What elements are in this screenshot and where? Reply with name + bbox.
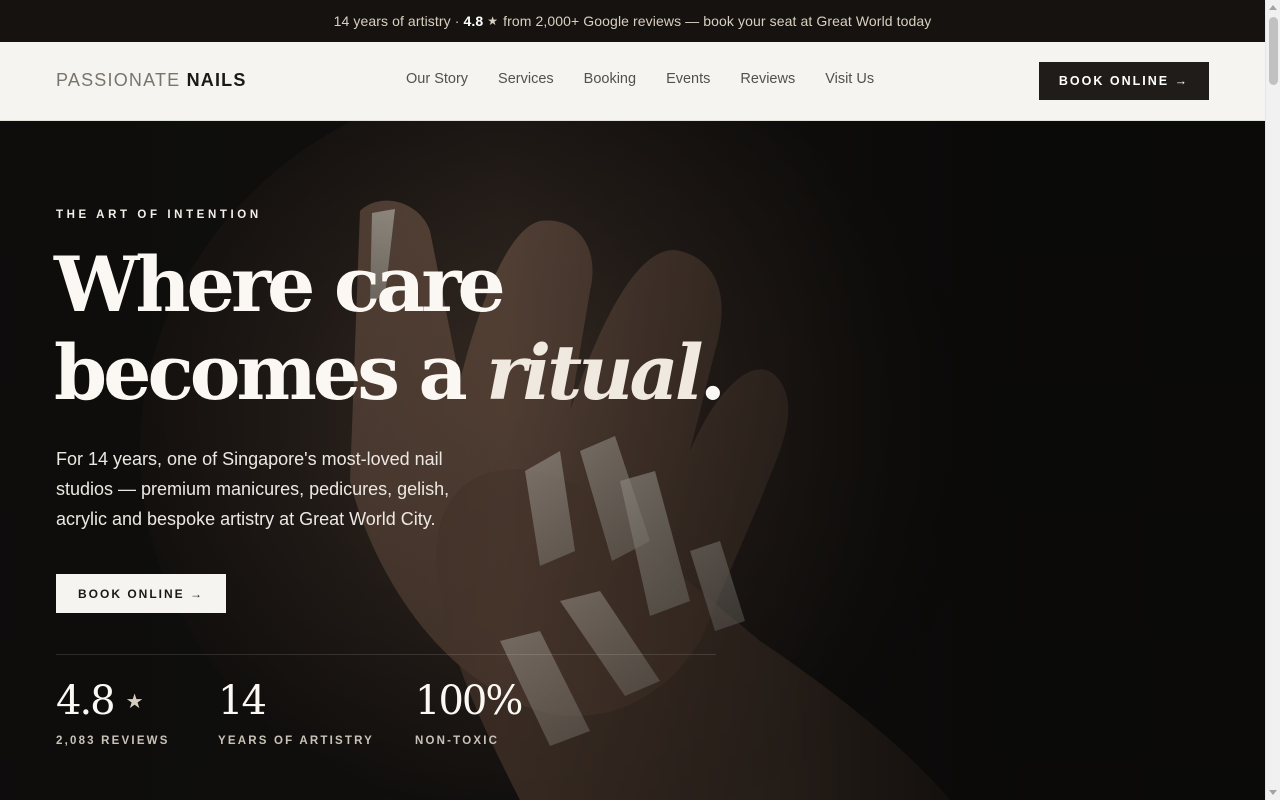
stat-value: 100% — [415, 678, 523, 724]
announcement-bar: 14 years of artistry · 4.8 ★ from 2,000+… — [0, 0, 1265, 42]
stat-rating: 4.8 ★ 2,083 REVIEWS — [56, 679, 170, 747]
hero-section: THE ART OF INTENTION Where care becomes … — [0, 121, 1265, 800]
nav-visit-us[interactable]: Visit Us — [825, 71, 874, 87]
announcement-lead: 14 years of artistry · — [333, 13, 460, 29]
announcement-tail: from 2,000+ Google reviews — book your s… — [503, 13, 932, 29]
stat-label: 2,083 REVIEWS — [56, 735, 170, 747]
scroll-down-arrow-icon[interactable] — [1269, 790, 1277, 795]
hero-intro: For 14 years, one of Singapore's most-lo… — [56, 449, 450, 529]
star-icon: ★ — [487, 14, 499, 28]
headline-line-1: Where care — [54, 240, 506, 329]
stat-non-toxic: 100% NON-TOXIC — [415, 678, 523, 747]
stat-label: NON-TOXIC — [415, 735, 500, 747]
stat-value: 4.8 ★ — [56, 679, 170, 723]
headline-period: . — [699, 328, 727, 417]
announcement-rating: 4.8 — [463, 13, 484, 29]
nav-our-story[interactable]: Our Story — [406, 71, 468, 87]
logo[interactable]: PASSIONATE NAILS — [56, 70, 247, 91]
header-book-online-button[interactable]: BOOK ONLINE → — [1039, 62, 1209, 100]
nav-events[interactable]: Events — [666, 71, 710, 87]
scroll-up-arrow-icon[interactable] — [1269, 5, 1277, 10]
page-scrollbar[interactable] — [1265, 0, 1280, 800]
stat-rating-value: 4.8 — [56, 678, 116, 724]
nav-booking[interactable]: Booking — [584, 71, 636, 87]
main-nav: Our Story Services Booking Events Review… — [406, 71, 874, 87]
hero-headline: Where care becomes a ritual. — [54, 240, 727, 417]
nav-reviews[interactable]: Reviews — [740, 71, 795, 87]
headline-line-2: becomes a — [54, 328, 487, 417]
star-icon: ★ — [125, 689, 144, 713]
stat-value: 14 — [218, 678, 267, 724]
site-header: PASSIONATE NAILS Our Story Services Book… — [0, 42, 1265, 121]
scrollbar-thumb[interactable] — [1269, 17, 1278, 85]
hero-eyebrow: THE ART OF INTENTION — [56, 209, 262, 221]
headline-accent: ritual — [486, 328, 703, 417]
stat-label: YEARS OF ARTISTRY — [218, 735, 375, 747]
hero-book-online-button[interactable]: BOOK ONLINE → — [56, 574, 226, 613]
logo-light-text: PASSIONATE — [56, 70, 181, 90]
stat-years: 14 YEARS OF ARTISTRY — [218, 679, 374, 747]
logo-strong-text: NAILS — [186, 70, 247, 90]
nav-services[interactable]: Services — [498, 71, 554, 87]
stats-divider — [56, 654, 716, 655]
